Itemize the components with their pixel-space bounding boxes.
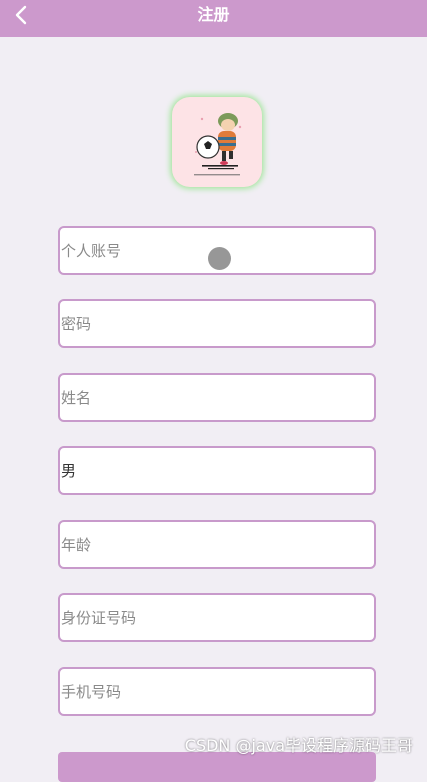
app-logo	[172, 97, 262, 187]
password-input[interactable]	[60, 301, 374, 346]
phone-input[interactable]	[60, 669, 374, 714]
phone-field[interactable]	[58, 667, 376, 716]
gender-field[interactable]	[58, 446, 376, 495]
app-logo-icon	[194, 113, 242, 176]
password-field[interactable]	[58, 299, 376, 348]
age-input[interactable]	[60, 522, 374, 567]
name-field[interactable]	[58, 373, 376, 422]
name-input[interactable]	[60, 375, 374, 420]
age-field[interactable]	[58, 520, 376, 569]
watermark-text: CSDN @java毕设程序源码王哥	[184, 736, 413, 755]
app-header: 注册	[0, 0, 427, 37]
touch-indicator	[208, 247, 231, 270]
register-submit-button[interactable]	[58, 752, 376, 782]
id-card-input[interactable]	[60, 595, 374, 640]
gender-input[interactable]	[60, 448, 374, 493]
id-card-field[interactable]	[58, 593, 376, 642]
page-title: 注册	[197, 5, 230, 24]
